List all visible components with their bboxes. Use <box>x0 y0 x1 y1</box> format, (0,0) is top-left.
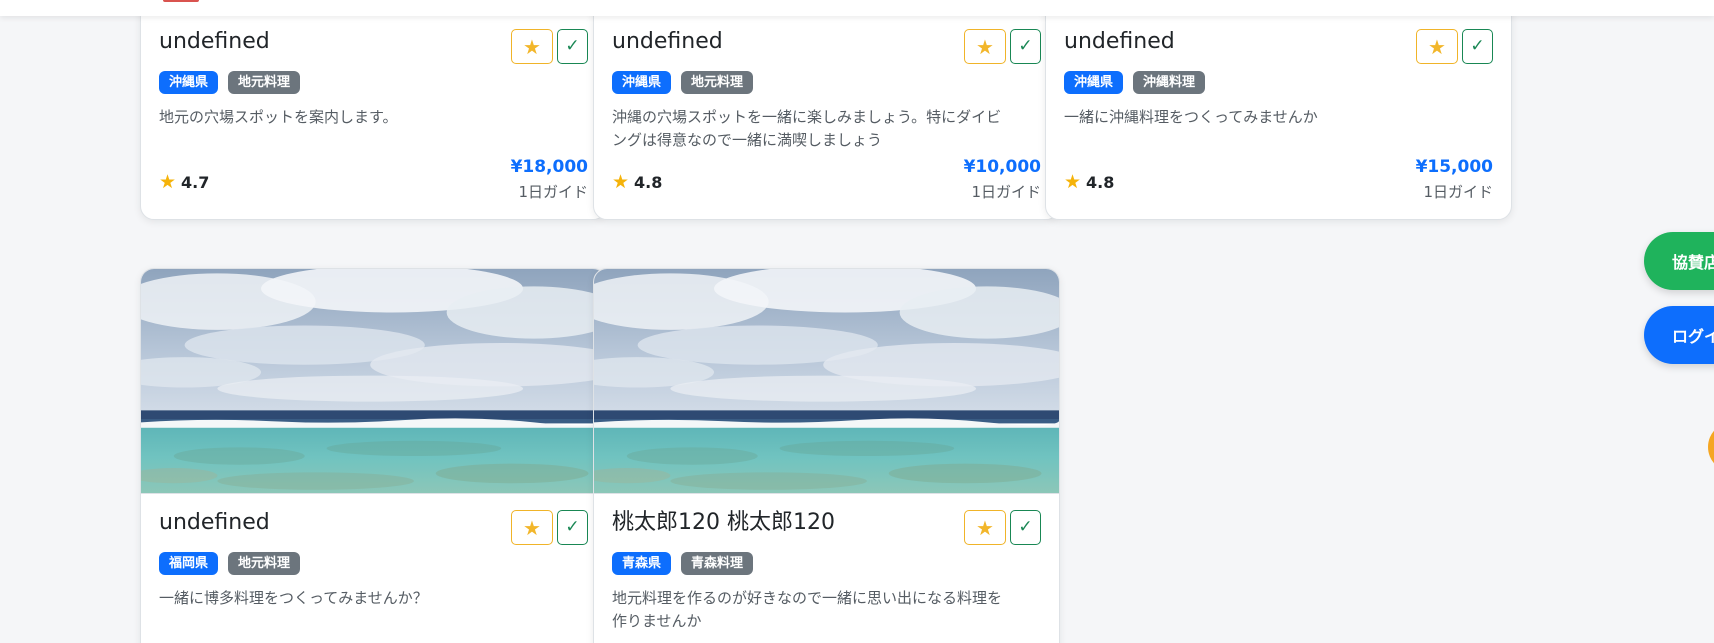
card-body: undefined ★ ✓ 福岡県 地元料理 一緒に博多料理をつくってみませんか… <box>141 494 606 610</box>
card-actions: ★ ✓ <box>511 510 588 545</box>
guide-photo[interactable] <box>141 269 606 494</box>
star-icon: ★ <box>523 34 541 59</box>
check-icon: ✓ <box>565 517 580 537</box>
card-actions: ★ ✓ <box>1416 29 1493 64</box>
price-unit: 1日ガイド <box>971 183 1041 201</box>
card-title[interactable]: 桃太郎120 桃太郎120 <box>612 508 952 538</box>
favorite-button[interactable]: ★ <box>1416 29 1458 64</box>
category-badge: 沖縄料理 <box>1133 71 1206 94</box>
rating: ★ 4.8 <box>612 171 663 193</box>
page: undefined ★ ✓ 沖縄県 地元料理 地元の穴場スポットを案内します。 … <box>0 0 1714 643</box>
tag-list: 青森県 青森料理 <box>612 552 1041 575</box>
category-badge: 青森料理 <box>681 552 754 575</box>
card-description: 一緒に沖縄料理をつくってみませんか <box>1064 108 1318 126</box>
card-actions: ★ ✓ <box>964 510 1041 545</box>
card-description: 沖縄の穴場スポットを一緒に楽しみましょう。特にダイビングは得意なので一緒に満喫し… <box>612 108 1002 149</box>
tag-list: 沖縄県 沖縄料理 <box>1064 71 1493 94</box>
prefecture-badge: 福岡県 <box>159 552 219 575</box>
prefecture-badge: 沖縄県 <box>159 71 219 94</box>
check-icon: ✓ <box>1018 36 1033 56</box>
price-box: ¥15,000 1日ガイド <box>1416 155 1493 205</box>
check-button[interactable]: ✓ <box>557 510 588 545</box>
price-box: ¥18,000 1日ガイド <box>511 155 588 205</box>
login-button[interactable]: ログイン <box>1644 306 1714 364</box>
card-actions: ★ ✓ <box>964 29 1041 64</box>
rating-score: 4.7 <box>181 173 210 192</box>
star-icon: ★ <box>523 515 541 540</box>
rating-star-icon: ★ <box>159 171 177 193</box>
price-unit: 1日ガイド <box>1423 183 1493 201</box>
category-badge: 地元料理 <box>228 71 301 94</box>
tag-list: 福岡県 地元料理 <box>159 552 588 575</box>
price: ¥18,000 <box>510 157 588 177</box>
rating-star-icon: ★ <box>1064 171 1082 193</box>
favorite-button[interactable]: ★ <box>964 510 1006 545</box>
card-description: 地元の穴場スポットを案内します。 <box>159 108 398 126</box>
favorite-button[interactable]: ★ <box>511 510 553 545</box>
card-description: 一緒に博多料理をつくってみませんか？ <box>159 589 428 607</box>
favorite-button[interactable]: ★ <box>964 29 1006 64</box>
guide-card[interactable]: undefined ★ ✓ 沖縄県 沖縄料理 一緒に沖縄料理をつくってみませんか… <box>1045 0 1512 220</box>
card-title[interactable]: undefined <box>159 27 499 57</box>
card-body: undefined ★ ✓ 沖縄県 地元料理 地元の穴場スポットを案内します。 <box>141 0 606 129</box>
check-button[interactable]: ✓ <box>1010 29 1041 64</box>
check-icon: ✓ <box>1470 36 1485 56</box>
tag-list: 沖縄県 地元料理 <box>612 71 1041 94</box>
price: ¥10,000 <box>963 157 1041 177</box>
price: ¥15,000 <box>1415 157 1493 177</box>
card-body: undefined ★ ✓ 沖縄県 沖縄料理 一緒に沖縄料理をつくってみませんか <box>1046 0 1511 129</box>
price-box: ¥10,000 1日ガイド <box>964 155 1041 205</box>
sponsor-shops-label: 協賛店 <box>1672 253 1714 272</box>
card-body: 桃太郎120 桃太郎120 ★ ✓ 青森県 青森料理 地元料理を作るのが好きなの… <box>594 494 1059 633</box>
login-label: ログイン <box>1672 327 1714 346</box>
guide-card[interactable]: undefined ★ ✓ 沖縄県 地元料理 地元の穴場スポットを案内します。 … <box>140 0 607 220</box>
check-button[interactable]: ✓ <box>557 29 588 64</box>
card-title[interactable]: undefined <box>612 27 952 57</box>
price-unit: 1日ガイド <box>518 183 588 201</box>
category-badge: 地元料理 <box>228 552 301 575</box>
rating-star-icon: ★ <box>612 171 630 193</box>
rating-score: 4.8 <box>1086 173 1115 192</box>
star-icon: ★ <box>1428 34 1446 59</box>
guide-photo[interactable] <box>594 269 1059 494</box>
rating-score: 4.8 <box>634 173 663 192</box>
card-actions: ★ ✓ <box>511 29 588 64</box>
prefecture-badge: 沖縄県 <box>1064 71 1124 94</box>
logo[interactable] <box>163 0 199 2</box>
favorite-button[interactable]: ★ <box>511 29 553 64</box>
card-title[interactable]: undefined <box>159 508 499 538</box>
guide-card[interactable]: 桃太郎120 桃太郎120 ★ ✓ 青森県 青森料理 地元料理を作るのが好きなの… <box>593 268 1060 643</box>
sponsor-shops-button[interactable]: 協賛店 <box>1644 232 1714 290</box>
check-icon: ✓ <box>1018 517 1033 537</box>
category-badge: 地元料理 <box>681 71 754 94</box>
check-button[interactable]: ✓ <box>1010 510 1041 545</box>
tag-list: 沖縄県 地元料理 <box>159 71 588 94</box>
check-button[interactable]: ✓ <box>1462 29 1493 64</box>
star-icon: ★ <box>976 515 994 540</box>
prefecture-badge: 青森県 <box>612 552 672 575</box>
guide-card[interactable]: undefined ★ ✓ 沖縄県 地元料理 沖縄の穴場スポットを一緒に楽しみま… <box>593 0 1060 220</box>
check-icon: ✓ <box>565 36 580 56</box>
floating-action-button[interactable] <box>1708 422 1714 472</box>
star-icon: ★ <box>976 34 994 59</box>
card-description: 地元料理を作るのが好きなので一緒に思い出になる料理を作りませんか <box>612 589 1003 630</box>
card-title[interactable]: undefined <box>1064 27 1404 57</box>
rating: ★ 4.7 <box>159 171 210 193</box>
guide-card[interactable]: undefined ★ ✓ 福岡県 地元料理 一緒に博多料理をつくってみませんか… <box>140 268 607 643</box>
rating: ★ 4.8 <box>1064 171 1115 193</box>
card-body: undefined ★ ✓ 沖縄県 地元料理 沖縄の穴場スポットを一緒に楽しみま… <box>594 0 1059 152</box>
header-bar <box>0 0 1714 16</box>
prefecture-badge: 沖縄県 <box>612 71 672 94</box>
